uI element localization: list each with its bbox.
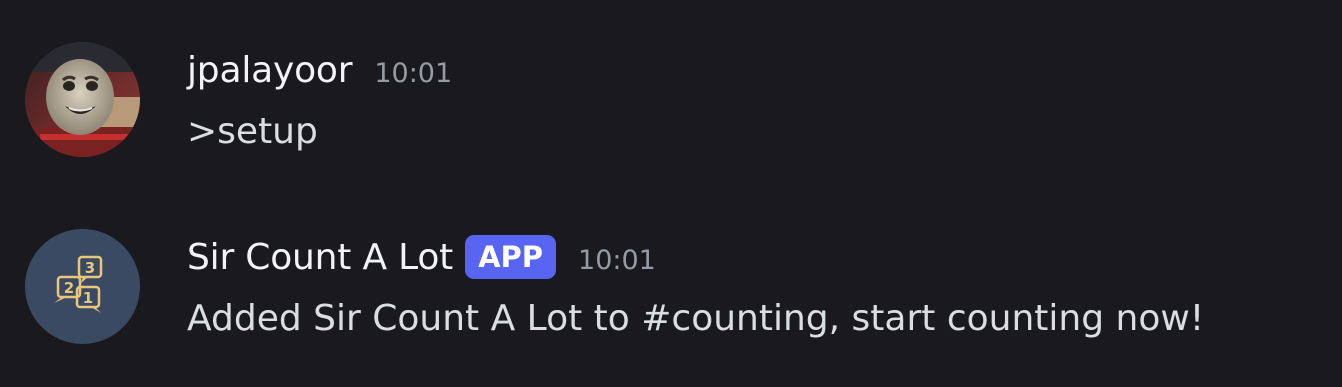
avatar-number-3: 3 [85, 259, 95, 277]
message-item: jpalayoor 10:01 >setup [0, 42, 1342, 162]
user-avatar[interactable] [25, 42, 140, 157]
message-body: Sir Count A Lot APP 10:01 Added Sir Coun… [187, 229, 1327, 349]
message-content: Added Sir Count A Lot to #counting, star… [187, 298, 1205, 339]
message-header: jpalayoor 10:01 [187, 42, 1327, 98]
message-item: 3 2 1 Sir Count A Lot APP 10:01 Added Si… [0, 229, 1342, 349]
message-body: jpalayoor 10:01 >setup [187, 42, 1327, 162]
avatar-number-1: 1 [83, 289, 93, 307]
username[interactable]: jpalayoor [187, 50, 353, 91]
user-avatar-image [25, 42, 140, 157]
timestamp[interactable]: 10:01 [578, 245, 656, 276]
message-header: Sir Count A Lot APP 10:01 [187, 229, 1327, 285]
timestamp[interactable]: 10:01 [374, 58, 452, 89]
bot-avatar[interactable]: 3 2 1 [25, 229, 140, 344]
message-content: >setup [187, 111, 318, 152]
counting-speech-bubbles-icon: 3 2 1 [25, 229, 140, 344]
username[interactable]: Sir Count A Lot [187, 237, 453, 278]
app-badge: APP [465, 235, 557, 279]
chat-messages: jpalayoor 10:01 >setup 3 2 1 Sir Count A… [0, 0, 1342, 387]
avatar-number-2: 2 [64, 279, 74, 297]
